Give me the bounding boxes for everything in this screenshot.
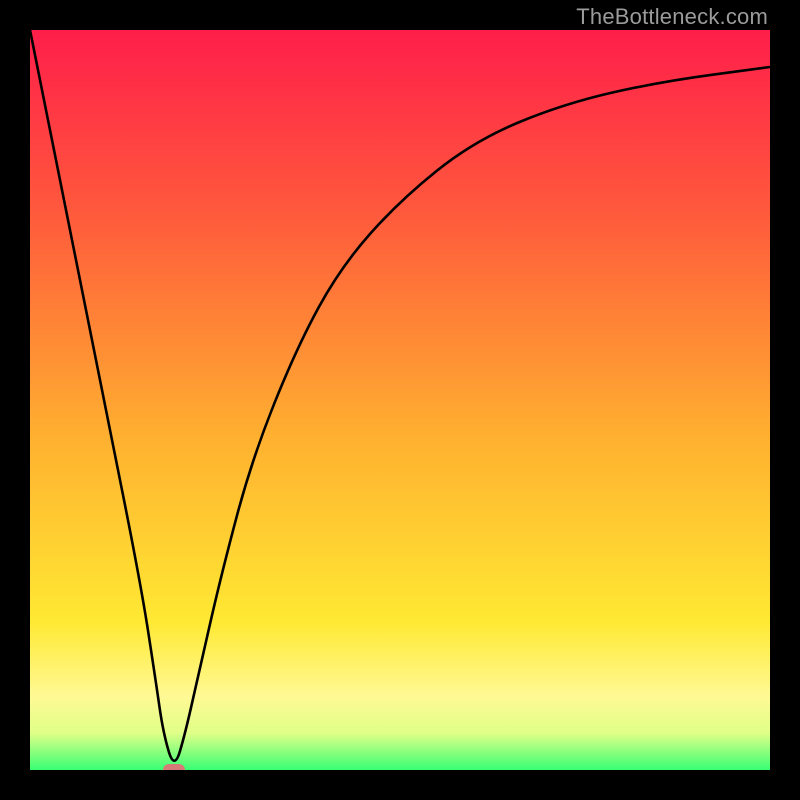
plot-area: [30, 30, 770, 770]
bottleneck-curve: [30, 30, 770, 770]
minimum-marker: [163, 764, 185, 770]
chart-frame: TheBottleneck.com: [0, 0, 800, 800]
curve-path: [30, 30, 770, 761]
watermark-text: TheBottleneck.com: [576, 4, 768, 30]
